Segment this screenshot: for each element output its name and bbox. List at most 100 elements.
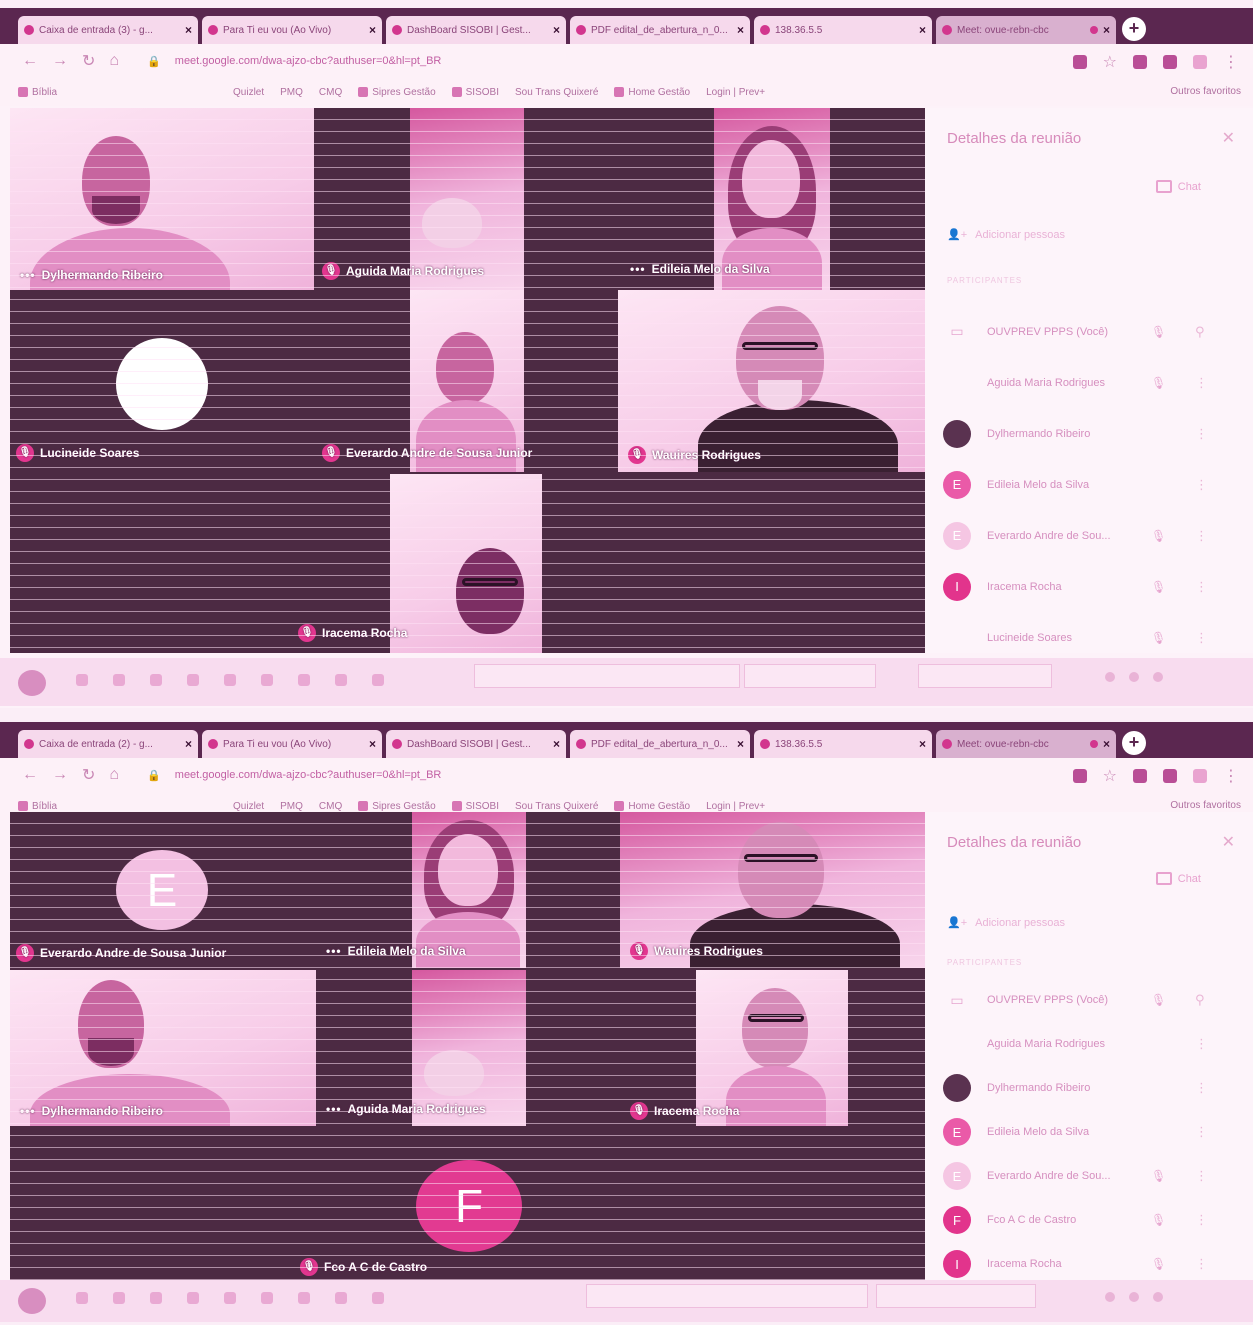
participant-row[interactable]: Aguida Maria Rodrigues 🎙 ⋮ xyxy=(943,357,1243,408)
bookmark-login[interactable]: Login | Prev+ xyxy=(706,87,765,98)
tab-youtube[interactable]: Para Ti eu vou (Ao Vivo) × xyxy=(202,16,382,44)
bookmark-home[interactable]: Home Gestão xyxy=(614,801,690,812)
tab-gmail[interactable]: Caixa de entrada (3) - g... × xyxy=(18,16,198,44)
participant-row[interactable]: E Everardo Andre de Sou... 🎙 ⋮ xyxy=(943,1154,1243,1198)
app-icon[interactable] xyxy=(150,1292,162,1304)
new-tab-button[interactable]: + xyxy=(1122,17,1146,41)
bookmark-cmq[interactable]: CMQ xyxy=(319,87,342,98)
home-icon[interactable]: ⌂ xyxy=(109,766,119,784)
forward-icon[interactable]: → xyxy=(52,766,68,784)
kebab-menu-icon[interactable]: ⋮ xyxy=(1195,1124,1208,1140)
volume-icon[interactable] xyxy=(1129,672,1139,682)
taskbar-window[interactable] xyxy=(918,664,1052,688)
close-icon[interactable]: × xyxy=(919,737,926,751)
close-icon[interactable]: × xyxy=(1103,737,1110,751)
bookmark-quizlet[interactable]: Quizlet xyxy=(233,801,264,812)
participant-row[interactable]: Dylhermando Ribeiro ⋮ xyxy=(943,408,1243,459)
tab-pdf[interactable]: PDF edital_de_abertura_n_0... × xyxy=(570,730,750,758)
chat-tab[interactable]: Chat xyxy=(1155,180,1201,193)
pdf-extension-icon[interactable] xyxy=(1133,55,1147,69)
app-icon[interactable] xyxy=(335,674,347,686)
close-icon[interactable]: × xyxy=(369,23,376,37)
participant-row[interactable]: ▭ OUVPREV PPPS (Você) 🎙 ⚲ xyxy=(943,978,1243,1022)
participant-row[interactable]: ▭ OUVPREV PPPS (Você) 🎙 ⚲ xyxy=(943,306,1243,357)
kebab-menu-icon[interactable]: ⋮ xyxy=(1195,426,1208,442)
app-icon[interactable] xyxy=(224,674,236,686)
home-icon[interactable]: ⌂ xyxy=(109,52,119,70)
volume-icon[interactable] xyxy=(1129,1292,1139,1302)
taskbar-window[interactable] xyxy=(474,664,740,688)
pin-icon[interactable]: ⚲ xyxy=(1195,992,1205,1008)
network-icon[interactable] xyxy=(1153,1292,1163,1302)
close-icon[interactable]: × xyxy=(369,737,376,751)
kebab-menu-icon[interactable]: ⋮ xyxy=(1195,579,1208,595)
participant-row[interactable]: Dylhermando Ribeiro ⋮ xyxy=(943,1066,1243,1110)
bookmark-cmq[interactable]: CMQ xyxy=(319,801,342,812)
add-people-button[interactable]: 👤+ Adicionar pessoas xyxy=(947,916,1065,930)
tab-gmail[interactable]: Caixa de entrada (2) - g... × xyxy=(18,730,198,758)
taskbar-window[interactable] xyxy=(744,664,876,688)
task-view-icon[interactable] xyxy=(113,1292,125,1304)
tab-ip[interactable]: 138.36.5.5 × xyxy=(754,730,932,758)
more-dots-icon[interactable]: ••• xyxy=(20,1104,36,1118)
kebab-menu-icon[interactable]: ⋮ xyxy=(1195,477,1208,493)
tab-pdf[interactable]: PDF edital_de_abertura_n_0... × xyxy=(570,16,750,44)
taskbar-window[interactable] xyxy=(586,1284,868,1308)
chrome-icon[interactable] xyxy=(372,674,384,686)
bookmark-sisobi[interactable]: SISOBI xyxy=(451,87,499,98)
video-tile-dylhermando[interactable]: ••• Dylhermando Ribeiro xyxy=(10,970,316,1126)
video-tile-wauires[interactable]: 🎙 Wauires Rodrigues xyxy=(618,290,925,472)
close-icon[interactable]: × xyxy=(185,23,192,37)
other-bookmarks[interactable]: Outros favoritos xyxy=(1170,800,1241,811)
network-icon[interactable] xyxy=(1153,672,1163,682)
tab-dashboard[interactable]: DashBoard SISOBI | Gest... × xyxy=(386,16,566,44)
app-icon[interactable] xyxy=(261,674,273,686)
participant-row[interactable]: F Fco A C de Castro 🎙 ⋮ xyxy=(943,1198,1243,1242)
bookmark-soutrans[interactable]: Sou Trans Quixeré xyxy=(515,87,598,98)
bookmark-sipres[interactable]: Sipres Gestão xyxy=(358,87,436,98)
back-icon[interactable]: ← xyxy=(22,52,38,70)
participant-row[interactable]: Lucineide Soares 🎙 ⋮ xyxy=(943,612,1243,663)
tab-meet[interactable]: Meet: ovue-rebn-cbc × xyxy=(936,730,1116,758)
back-icon[interactable]: ← xyxy=(22,766,38,784)
close-icon[interactable]: × xyxy=(553,737,560,751)
close-icon[interactable]: × xyxy=(553,23,560,37)
video-tile-wauires[interactable]: 🎙 Wauires Rodrigues xyxy=(620,812,925,968)
kebab-menu-icon[interactable]: ⋮ xyxy=(1195,1256,1208,1272)
task-view-icon[interactable] xyxy=(113,674,125,686)
bookmark-quizlet[interactable]: Quizlet xyxy=(233,87,264,98)
add-people-button[interactable]: 👤+ Adicionar pessoas xyxy=(947,228,1065,242)
video-tile-iracema[interactable] xyxy=(390,474,542,653)
more-dots-icon[interactable]: ••• xyxy=(326,1102,342,1116)
reload-icon[interactable]: ↻ xyxy=(82,765,95,785)
video-tile-dylhermando[interactable]: ••• Dylhermando Ribeiro xyxy=(10,108,314,290)
bookmark-biblia[interactable]: Bíblia xyxy=(18,87,57,98)
chrome-icon[interactable] xyxy=(372,1292,384,1304)
more-dots-icon[interactable]: ••• xyxy=(630,262,646,276)
camera-icon[interactable] xyxy=(1072,769,1087,783)
kebab-menu-icon[interactable]: ⋮ xyxy=(1195,1168,1208,1184)
more-dots-icon[interactable]: ••• xyxy=(20,268,36,282)
new-tab-button[interactable]: + xyxy=(1122,731,1146,755)
extension-icon[interactable] xyxy=(1163,55,1177,69)
start-button[interactable] xyxy=(18,670,46,696)
taskbar-window[interactable] xyxy=(876,1284,1036,1308)
close-icon[interactable]: ✕ xyxy=(1222,832,1235,852)
kebab-menu-icon[interactable]: ⋮ xyxy=(1195,630,1208,646)
chat-tab[interactable]: Chat xyxy=(1155,872,1201,885)
app-icon[interactable] xyxy=(335,1292,347,1304)
participant-row[interactable]: I Iracema Rocha 🎙 ⋮ xyxy=(943,561,1243,612)
url-field[interactable]: meet.google.com/dwa-ajzo-cbc?authuser=0&… xyxy=(175,55,442,67)
reload-icon[interactable]: ↻ xyxy=(82,51,95,71)
app-icon[interactable] xyxy=(150,674,162,686)
forward-icon[interactable]: → xyxy=(52,52,68,70)
participant-row[interactable]: E Everardo Andre de Sou... 🎙 ⋮ xyxy=(943,510,1243,561)
start-button[interactable] xyxy=(18,1288,46,1314)
bookmark-biblia[interactable]: Bíblia xyxy=(18,801,57,812)
lock-icon[interactable]: 🔒 xyxy=(147,55,161,68)
tab-youtube[interactable]: Para Ti eu vou (Ao Vivo) × xyxy=(202,730,382,758)
app-icon[interactable] xyxy=(261,1292,273,1304)
kebab-menu-icon[interactable]: ⋮ xyxy=(1195,375,1208,391)
app-icon[interactable] xyxy=(187,1292,199,1304)
tray-icon[interactable] xyxy=(1105,672,1115,682)
